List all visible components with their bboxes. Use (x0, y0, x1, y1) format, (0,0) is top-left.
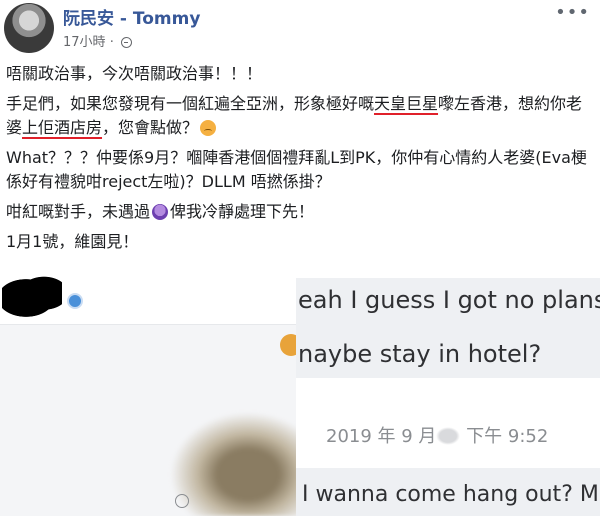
text-segment: 手足們，如果您發現有一個紅遍全亞洲，形象極好嘅 (6, 94, 375, 113)
photo-chat-messages[interactable]: eah I guess I got no plans, naybe stay i… (296, 272, 600, 516)
post-photos: eah I guess I got no plans, naybe stay i… (0, 272, 600, 516)
message-timestamp: 2019 年 9 月 下午 9:52 (326, 422, 548, 448)
redaction-smudge (436, 427, 461, 445)
more-horizontal-icon[interactable]: ••• (555, 2, 590, 23)
post-meta: 17小時 · (63, 31, 132, 50)
clock-icon (175, 494, 189, 508)
message-line: eah I guess I got no plans, (298, 286, 600, 314)
sad-face-icon (200, 120, 217, 136)
chat-header (0, 272, 296, 325)
post-body: 唔關政治事，今次唔關政治事！！！ 手足們，如果您發現有一個紅遍全亞洲，形象極好嘅… (6, 62, 591, 260)
paragraph-1: 唔關政治事，今次唔關政治事！！！ (6, 64, 263, 83)
message-line: I wanna come hang out? M (302, 482, 599, 507)
underlined-text: 天皇巨星 (374, 94, 439, 113)
timestamp-time: 下午 9:52 (466, 426, 549, 447)
paragraph-5: 1月1號，維園見！ (6, 232, 139, 251)
facebook-post: 阮民安 - Tommy 17小時 · ••• 唔關政治事，今次唔關政治事！！！ … (0, 0, 600, 516)
message-bubble: I wanna come hang out? M (296, 468, 600, 516)
verified-badge-icon (67, 293, 83, 309)
text-segment: 俾我冷靜處理下先！ (170, 202, 315, 221)
paragraph-3: What？？？仲要係9月？嗰陣香港個個禮拜亂L到PK，你仲有心情約人老婆(Eva… (6, 148, 587, 191)
photo-chat-profile[interactable] (0, 272, 296, 516)
post-time[interactable]: 17小時 (63, 35, 106, 50)
post-header: 阮民安 - Tommy 17小時 · ••• (0, 0, 600, 58)
text-segment: 咁紅嘅對手，未遇過 (6, 202, 151, 221)
paragraph-2: 手足們，如果您發現有一個紅遍全亞洲，形象極好嘅天皇巨星嚟左香港，想約你老婆上佢酒… (6, 92, 591, 140)
reaction-emoji-icon (280, 334, 296, 356)
author-name[interactable]: 阮民安 - Tommy (63, 4, 200, 29)
author-avatar[interactable] (4, 3, 54, 53)
timestamp-date: 2019 年 9 月 (326, 426, 437, 447)
redacted-avatar (2, 274, 62, 322)
paragraph-4: 咁紅嘅對手，未遇過 俾我冷靜處理下先！ (6, 200, 591, 224)
angry-face-icon (152, 204, 169, 220)
underlined-text: 上佢酒店房 (22, 118, 103, 137)
message-line: naybe stay in hotel? (298, 340, 542, 368)
text-segment: ，您會點做？ (102, 118, 199, 137)
globe-icon[interactable] (120, 37, 132, 48)
message-bubble: eah I guess I got no plans, naybe stay i… (296, 278, 600, 378)
meta-separator: · (109, 35, 114, 50)
